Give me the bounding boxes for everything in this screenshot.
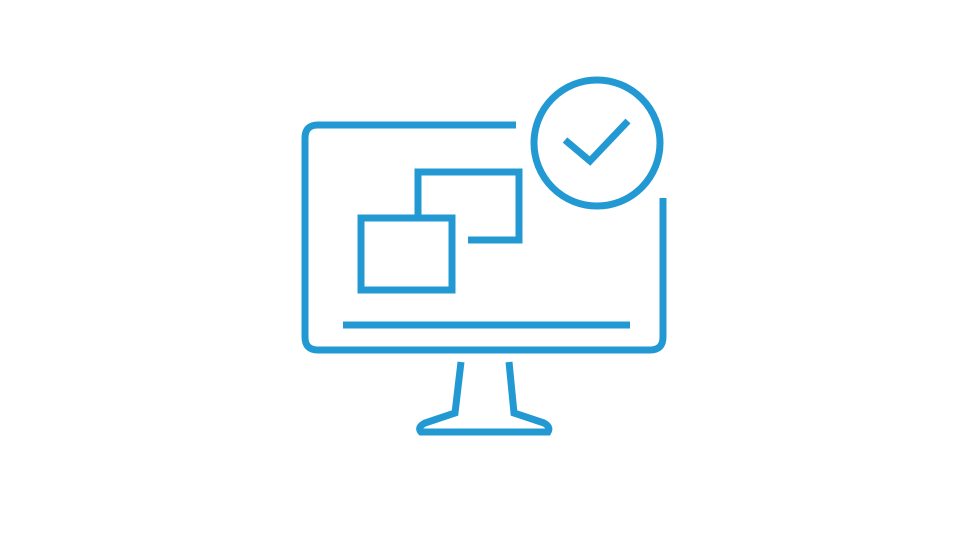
checkmark-icon xyxy=(562,118,631,166)
front-window-icon xyxy=(357,214,456,294)
illustration-canvas xyxy=(0,0,965,545)
monitor-windows-checkmark-icon xyxy=(301,76,667,436)
monitor-stand-icon xyxy=(416,361,553,436)
back-window-icon xyxy=(414,168,523,244)
check-circle-icon xyxy=(530,76,664,210)
